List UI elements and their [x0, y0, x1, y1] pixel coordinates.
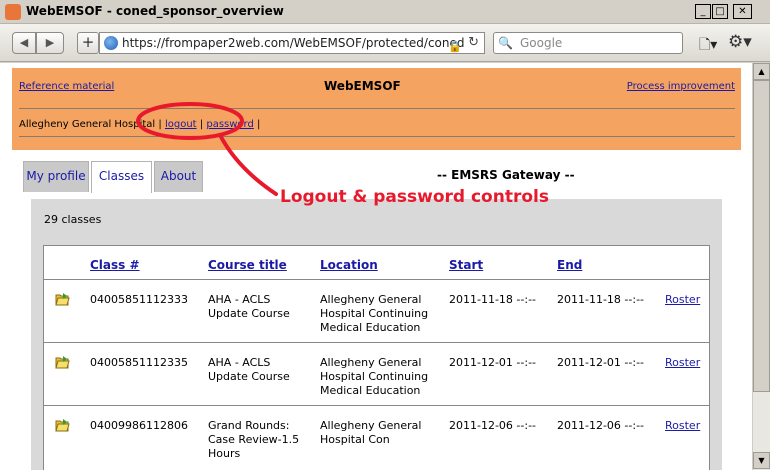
column-header-start[interactable]: Start [449, 258, 483, 272]
class-number: 04005851112333 [90, 293, 188, 306]
course-title: Grand Rounds: Case Review-1.5 Hours [208, 419, 300, 460]
tab-my-profile[interactable]: My profile [23, 161, 89, 192]
tab-classes[interactable]: Classes [91, 161, 152, 193]
scrollbar-thumb[interactable] [753, 80, 770, 392]
search-icon: 🔍 [498, 36, 513, 50]
class-number: 04009986112806 [90, 419, 188, 432]
minimize-button[interactable]: _ [695, 4, 711, 19]
reload-icon[interactable]: ↻ [468, 33, 479, 53]
vertical-scrollbar[interactable]: ▲ ▼ [752, 63, 770, 470]
reference-material-link[interactable]: Reference material [19, 81, 114, 92]
separator: | [257, 119, 261, 130]
separator: | [158, 119, 162, 130]
process-improvement-link[interactable]: Process improvement [627, 81, 735, 92]
app-name: WebEMSOF [324, 79, 401, 93]
search-placeholder: Google [520, 36, 563, 50]
new-tab-button[interactable]: + [77, 32, 99, 54]
logout-link[interactable]: logout [165, 119, 197, 130]
column-header-class-no[interactable]: Class # [90, 258, 140, 272]
address-bar[interactable]: https://frompaper2web.com/WebEMSOF/prote… [99, 32, 485, 54]
classes-panel: 29 classes Class # Course title Location… [31, 199, 722, 470]
window-title: WebEMSOF - coned_sponsor_overview [26, 4, 284, 18]
classes-table: Class # Course title Location Start End … [43, 245, 710, 470]
page-header: Reference material WebEMSOF Process impr… [12, 68, 741, 150]
tab-about[interactable]: About [154, 161, 203, 192]
course-title: AHA - ACLS Update Course [208, 356, 290, 383]
start-time: 2011-12-01 --:-- [449, 356, 537, 369]
location: Allegheny General Hospital Con [320, 419, 422, 446]
gear-icon[interactable]: ⚙▾ [728, 32, 752, 52]
url-text: https://frompaper2web.com/WebEMSOF/prote… [122, 36, 465, 50]
end-time: 2011-12-01 --:-- [557, 356, 645, 369]
annotation-label: Logout & password controls [280, 187, 549, 207]
open-folder-icon[interactable] [55, 292, 70, 306]
course-title: AHA - ACLS Update Course [208, 293, 290, 320]
roster-link[interactable]: Roster [665, 356, 700, 370]
column-header-course-title[interactable]: Course title [208, 258, 287, 272]
password-link[interactable]: password [206, 119, 253, 130]
roster-link[interactable]: Roster [665, 419, 700, 433]
end-time: 2011-12-06 --:-- [557, 419, 645, 432]
start-time: 2011-11-18 --:-- [449, 293, 537, 306]
divider [19, 108, 735, 109]
page-content: Reference material WebEMSOF Process impr… [0, 63, 752, 470]
location: Allegheny General Hospital Continuing Me… [320, 356, 429, 397]
table-row: 04009986112806 Grand Rounds: Case Review… [44, 405, 709, 470]
back-button[interactable]: ◀ [12, 32, 36, 54]
class-count: 29 classes [44, 213, 102, 226]
close-button[interactable]: ✕ [733, 4, 752, 19]
app-icon [5, 4, 21, 20]
gateway-title: -- EMSRS Gateway -- [437, 168, 575, 182]
lock-icon: 🔒 [448, 40, 462, 53]
scroll-up-icon[interactable]: ▲ [753, 63, 770, 80]
maximize-button[interactable]: □ [712, 4, 728, 19]
window-title-bar: WebEMSOF - coned_sponsor_overview _ □ ✕ [0, 0, 770, 24]
start-time: 2011-12-06 --:-- [449, 419, 537, 432]
column-header-location[interactable]: Location [320, 258, 378, 272]
column-header-end[interactable]: End [557, 258, 582, 272]
location: Allegheny General Hospital Continuing Me… [320, 293, 429, 334]
class-number: 04005851112335 [90, 356, 188, 369]
roster-link[interactable]: Roster [665, 293, 700, 307]
table-row: 04005851112335 AHA - ACLS Update Course … [44, 342, 709, 405]
table-row: 04005851112333 AHA - ACLS Update Course … [44, 279, 709, 342]
search-input[interactable]: 🔍 Google [493, 32, 683, 54]
user-controls: Allegheny General Hospital | logout | pa… [19, 119, 260, 130]
open-folder-icon[interactable] [55, 418, 70, 432]
end-time: 2011-11-18 --:-- [557, 293, 645, 306]
user-name: Allegheny General Hospital [19, 119, 156, 130]
scroll-down-icon[interactable]: ▼ [753, 452, 770, 469]
globe-icon [104, 36, 118, 50]
open-folder-icon[interactable] [55, 355, 70, 369]
separator: | [199, 119, 204, 130]
browser-toolbar: ◀ ▶ + https://frompaper2web.com/WebEMSOF… [0, 24, 770, 62]
forward-button[interactable]: ▶ [36, 32, 64, 54]
page-menu-icon[interactable]: 🗋▾ [699, 34, 717, 58]
divider [19, 136, 735, 137]
